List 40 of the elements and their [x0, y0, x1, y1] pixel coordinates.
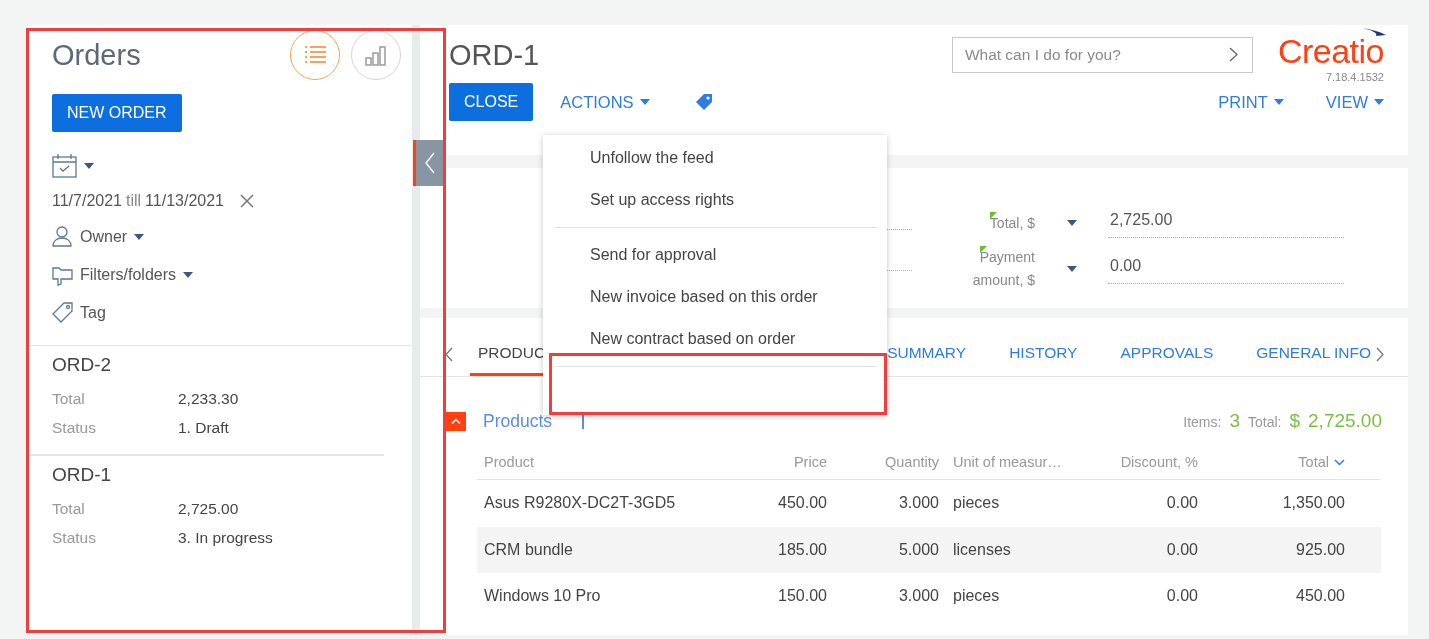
table-cell-text: 925.00: [1295, 540, 1346, 559]
table-cell-text: Asus R9280X-DC2T-3GD5: [483, 494, 677, 513]
table-cell-text: 1,350.00: [1281, 494, 1346, 513]
section-title: Orders: [52, 38, 142, 72]
field-label: Total: [52, 389, 86, 408]
table-cell-text: 3.000: [897, 494, 940, 513]
field-label: Payment amount, $: [912, 246, 1035, 292]
table-cell-text: licenses: [952, 540, 1012, 559]
field-label: Total, $: [912, 211, 1035, 235]
currency-sign: $: [1289, 410, 1301, 432]
version-label: 7.18.4.1532: [1325, 71, 1384, 83]
table-cell-text: 150.00: [777, 587, 828, 606]
table-cell-text: 450.00: [777, 494, 828, 513]
table-cell-text: CRM bundle: [483, 540, 574, 559]
table-cell-text: pieces: [952, 587, 1001, 606]
total-label: Total:: [1248, 414, 1282, 430]
table-cell-text: 0.00: [1165, 587, 1199, 606]
field-label: Status: [52, 528, 97, 547]
table-cell-text: 185.00: [777, 540, 828, 559]
table-cell-text: pieces: [952, 494, 1001, 513]
table-cell-text: 3.000: [897, 587, 940, 606]
date-from: 11/7/2021: [52, 192, 122, 210]
field-label: Total: [52, 499, 86, 518]
date-to: 11/13/2021: [145, 192, 224, 210]
field-value: 2,725.00: [178, 499, 239, 518]
date-separator: till: [126, 192, 142, 210]
table-cell-text: 5.000: [897, 540, 940, 559]
table-cell-text: 450.00: [1295, 587, 1346, 606]
logo-text: Creatio: [1277, 33, 1384, 69]
table-cell-text: Windows 10 Pro: [483, 587, 602, 606]
table-cell-text: 0.00: [1165, 494, 1199, 513]
items-label: Items:: [1183, 414, 1222, 430]
page-title: ORD-1: [449, 38, 541, 72]
table-cell-text: 0.00: [1165, 540, 1199, 559]
field-value: 3. In progress: [178, 528, 273, 547]
items-count: 3: [1229, 410, 1240, 432]
field-label: Status: [52, 418, 97, 437]
field-value: 1. Draft: [178, 418, 229, 437]
total-amount: 2,725.00: [1308, 410, 1382, 432]
field-value: 2,233.30: [178, 389, 239, 408]
